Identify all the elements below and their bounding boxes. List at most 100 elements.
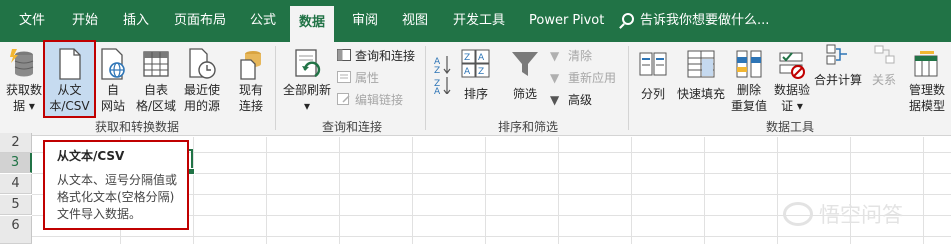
from-table-label-2: 格/区域 <box>135 99 177 113</box>
svg-text:A: A <box>464 67 471 77</box>
reapply-button[interactable]: ▼ 重新应用 <box>550 68 616 88</box>
sort-ascending-icon[interactable]: A Z Z A <box>433 54 453 94</box>
filter-button[interactable]: 筛选 <box>507 48 543 102</box>
svg-text:Z: Z <box>478 67 484 77</box>
from-text-label-1: 从文 <box>57 83 82 97</box>
database-icon <box>10 49 34 77</box>
filter-label: 筛选 <box>512 87 537 101</box>
ribbon: 获取数 据 ▾ 从文 本/CSV 自 网站 自表 格/区域 最近使 用的源 现有… <box>0 40 951 136</box>
gridline <box>266 137 267 244</box>
relationships-icon <box>874 45 895 64</box>
text-to-columns-label: 分列 <box>640 87 665 101</box>
row-header-4[interactable]: 4 <box>0 174 32 194</box>
flash-fill-button[interactable]: 快速填充 <box>675 48 727 102</box>
row-header-3[interactable]: 3 <box>0 153 32 173</box>
data-validation-icon <box>779 52 805 79</box>
refresh-icon <box>295 49 321 78</box>
tooltip-line-2: 格式化文本(空格分隔) <box>57 190 175 204</box>
gridline <box>193 137 194 244</box>
tab-formulas[interactable]: 公式 <box>250 0 276 42</box>
row-header-2[interactable]: 2 <box>0 133 32 153</box>
reapply-icon: ▼ <box>550 71 560 85</box>
data-validation-label-2: 证 ▾ <box>781 99 803 113</box>
watermark: 悟空问答 <box>783 200 903 230</box>
existing-connections-icon <box>240 51 261 80</box>
queries-connections-button[interactable]: 查询和连接 <box>337 46 415 66</box>
manage-data-model-label-2: 据模型 <box>908 99 945 113</box>
tab-file[interactable]: 文件 <box>19 0 45 42</box>
group-separator <box>425 46 426 130</box>
recent-sources-icon <box>189 48 216 79</box>
queries-connections-label: 查询和连接 <box>355 49 416 63</box>
clear-filter-button[interactable]: ▼ 清除 <box>550 46 592 66</box>
edit-links-label: 编辑链接 <box>355 93 404 107</box>
gridline <box>704 137 705 244</box>
edit-links-button[interactable]: 编辑链接 <box>337 90 403 110</box>
group-label-get-transform: 获取和转换数据 <box>95 120 180 134</box>
sort-button[interactable]: Z A A Z 排序 <box>459 48 493 102</box>
group-separator <box>275 46 276 130</box>
remove-duplicates-button[interactable]: 删除 重复值 <box>729 48 769 114</box>
get-data-label-1: 获取数 <box>5 83 42 97</box>
tab-view[interactable]: 视图 <box>402 0 428 42</box>
data-validation-button[interactable]: 数据验 证 ▾ <box>772 48 812 114</box>
document-icon <box>58 48 81 80</box>
consolidate-icon <box>826 44 847 65</box>
clear-filter-icon: ▼ <box>550 49 560 63</box>
tab-review[interactable]: 审阅 <box>352 0 378 42</box>
reapply-label: 重新应用 <box>568 71 617 85</box>
row-header-5[interactable]: 5 <box>0 195 32 215</box>
advanced-filter-label: 高级 <box>568 93 593 107</box>
sort-label: 排序 <box>463 87 488 101</box>
edit-links-icon <box>337 93 350 105</box>
tab-insert[interactable]: 插入 <box>123 0 149 42</box>
from-table-range-button[interactable]: 自表 格/区域 <box>133 48 179 114</box>
web-page-icon <box>101 48 125 80</box>
get-data-button[interactable]: 获取数 据 ▾ <box>4 48 44 114</box>
group-label-sort-filter: 排序和筛选 <box>498 120 559 134</box>
recent-sources-label-2: 用的源 <box>183 99 220 113</box>
from-web-button[interactable]: 自 网站 <box>97 48 129 114</box>
from-web-label-2: 网站 <box>100 99 125 113</box>
watermark-logo-icon <box>783 202 813 226</box>
consolidate-label: 合并计算 <box>814 73 863 87</box>
recent-sources-button[interactable]: 最近使 用的源 <box>181 48 223 114</box>
manage-data-model-button[interactable]: 管理数 据模型 <box>905 48 949 114</box>
tab-home[interactable]: 开始 <box>72 0 98 42</box>
gridline <box>412 137 413 244</box>
ribbon-tab-bar: 文件 开始 插入 页面布局 公式 数据 审阅 视图 开发工具 Power Piv… <box>0 0 951 42</box>
existing-connections-button[interactable]: 现有 连接 <box>233 48 269 114</box>
flash-fill-label: 快速填充 <box>676 87 725 101</box>
properties-button[interactable]: 属性 <box>337 68 379 88</box>
gridline <box>32 236 951 237</box>
properties-icon <box>337 71 351 83</box>
group-label-queries: 查询和连接 <box>322 120 383 134</box>
from-text-label-2: 本/CSV <box>49 99 90 113</box>
gridline <box>339 137 340 244</box>
svg-text:A: A <box>434 87 441 94</box>
sort-dialog-icon: Z A A Z <box>461 49 490 78</box>
relationships-label: 关系 <box>872 73 897 87</box>
consolidate-button[interactable]: 合并计算 <box>814 44 863 90</box>
tab-data[interactable]: 数据 <box>290 6 335 42</box>
row-header-6[interactable]: 6 <box>0 216 32 244</box>
gridline <box>485 137 486 244</box>
remove-duplicates-label-1: 删除 <box>736 83 761 97</box>
tab-developer[interactable]: 开发工具 <box>453 0 505 42</box>
refresh-all-button[interactable]: 全部刷新 ▾ <box>281 48 333 114</box>
tooltip-line-1: 从文本、逗号分隔值或 <box>57 173 178 187</box>
from-text-csv-button[interactable]: 从文 本/CSV <box>45 48 94 114</box>
tab-page-layout[interactable]: 页面布局 <box>174 0 226 42</box>
manage-data-model-label-1: 管理数 <box>908 83 945 97</box>
advanced-filter-button[interactable]: ▼ 高级 <box>550 90 592 110</box>
search-icon <box>622 13 634 25</box>
tell-me-search[interactable]: 告诉我你想要做什么... <box>622 0 769 42</box>
remove-duplicates-icon <box>736 50 762 78</box>
watermark-text: 悟空问答 <box>819 203 903 227</box>
get-data-label-2: 据 ▾ <box>13 99 35 113</box>
from-text-tooltip: 从文本/CSV 从文本、逗号分隔值或 格式化文本(空格分隔) 文件导入数据。 <box>43 140 189 230</box>
relationships-button[interactable]: 关系 <box>872 45 897 90</box>
tab-power-pivot[interactable]: Power Pivot <box>529 0 604 42</box>
text-to-columns-button[interactable]: 分列 <box>636 48 670 102</box>
recent-sources-label-1: 最近使 <box>183 83 220 97</box>
